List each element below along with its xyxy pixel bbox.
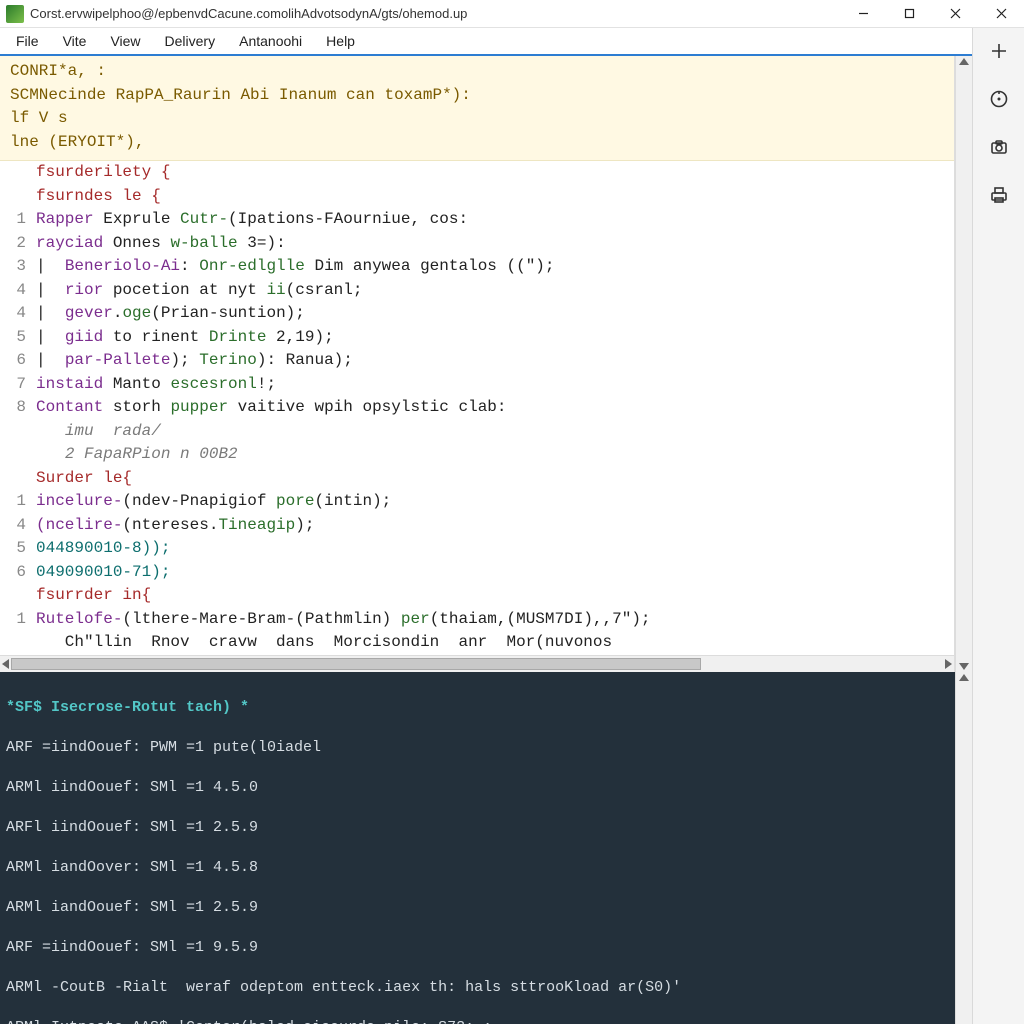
window-controls: [840, 0, 1024, 28]
printer-icon[interactable]: [982, 178, 1016, 212]
minimize-button[interactable]: [840, 0, 886, 28]
scroll-down-icon[interactable]: [959, 663, 969, 670]
window-title: Corst.ervwipelphoo@/epbenvdCacune.comoli…: [30, 6, 840, 21]
plus-icon[interactable]: [982, 34, 1016, 68]
terminal[interactable]: *SF$ Isecrose-Rotut tach) * ARF =iindOou…: [0, 672, 955, 1024]
menu-antanoohi[interactable]: Antanoohi: [227, 30, 314, 52]
terminal-area: *SF$ Isecrose-Rotut tach) * ARF =iindOou…: [0, 672, 972, 1024]
main-column: CONRI*a, : SCMNecinde RapPA_Raurin Abi I…: [0, 56, 972, 1024]
scroll-right-icon[interactable]: [945, 659, 952, 669]
menu-vite[interactable]: Vite: [51, 30, 99, 52]
secondary-close-button[interactable]: [978, 0, 1024, 28]
compass-icon[interactable]: [982, 82, 1016, 116]
editor-banner: CONRI*a, : SCMNecinde RapPA_Raurin Abi I…: [0, 56, 954, 161]
editor-horizontal-scrollbar[interactable]: [0, 655, 954, 672]
menu-bar: File Vite View Delivery Antanoohi Help: [0, 28, 972, 56]
scroll-thumb[interactable]: [11, 658, 701, 670]
code-editor[interactable]: CONRI*a, : SCMNecinde RapPA_Raurin Abi I…: [0, 56, 955, 672]
terminal-header: *SF$ Isecrose-Rotut tach) *: [6, 698, 945, 718]
terminal-line: ARMl iandOouef: SMl =1 2.5.9: [6, 898, 945, 918]
editor-vertical-scrollbar[interactable]: [955, 56, 972, 672]
terminal-line: ARMl -CoutB -Rialt weraf odeptom entteck…: [6, 978, 945, 998]
code-body[interactable]: fsurderilety { fsurndes le { 1Rapper Exp…: [0, 161, 954, 655]
right-sidebar: [972, 28, 1024, 1024]
menu-view[interactable]: View: [98, 30, 152, 52]
menu-delivery[interactable]: Delivery: [153, 30, 228, 52]
close-button[interactable]: [932, 0, 978, 28]
terminal-line: ARMl iandOover: SMl =1 4.5.8: [6, 858, 945, 878]
scroll-left-icon[interactable]: [2, 659, 9, 669]
title-bar: Corst.ervwipelphoo@/epbenvdCacune.comoli…: [0, 0, 1024, 28]
menu-file[interactable]: File: [4, 30, 51, 52]
scroll-up-icon[interactable]: [959, 58, 969, 65]
camera-icon[interactable]: [982, 130, 1016, 164]
terminal-line: ARMl iindOouef: SMl =1 4.5.0: [6, 778, 945, 798]
terminal-line: ARFl iindOouef: SMl =1 2.5.9: [6, 818, 945, 838]
terminal-vertical-scrollbar[interactable]: [955, 672, 972, 1024]
editor-area: CONRI*a, : SCMNecinde RapPA_Raurin Abi I…: [0, 56, 972, 672]
menu-help[interactable]: Help: [314, 30, 367, 52]
terminal-line: ARF =iindOouef: SMl =1 9.5.9: [6, 938, 945, 958]
terminal-line: ARF =iindOouef: PWM =1 pute(l0iadel: [6, 738, 945, 758]
terminal-line: ARMl Ixtposto AAS$ 'Contor(balod eiceurd…: [6, 1018, 945, 1024]
maximize-button[interactable]: [886, 0, 932, 28]
scroll-up-icon[interactable]: [959, 674, 969, 681]
app-icon: [6, 5, 24, 23]
